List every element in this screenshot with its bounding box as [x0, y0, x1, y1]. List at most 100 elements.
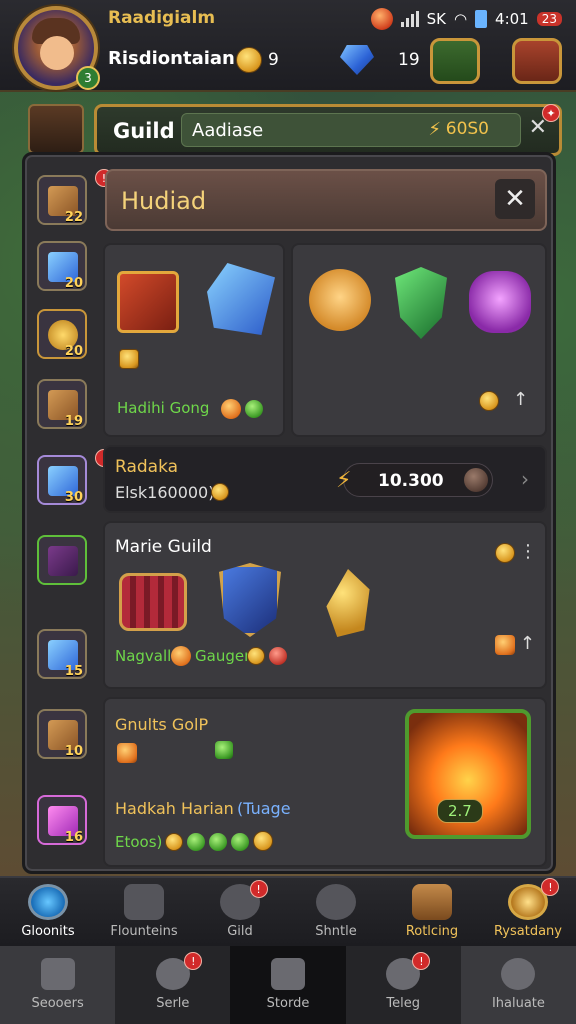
- more-icon[interactable]: ⋮: [519, 541, 537, 562]
- chest-icon: [412, 884, 452, 920]
- star-icon: [28, 884, 68, 920]
- purple-monster-icon: [469, 271, 531, 333]
- inventory-slot[interactable]: 15: [37, 629, 87, 679]
- gold-coin-icon: [479, 391, 499, 411]
- secondary-nav: Seooers ! Serle Storde ! Teleg Ihaluate: [0, 946, 576, 1024]
- gold-coin-icon: [211, 483, 229, 501]
- rank-card[interactable]: Radaka Elsk160000) ⚡ 10.300 ›: [103, 445, 547, 513]
- inventory-slot[interactable]: 16: [37, 795, 87, 845]
- orange-leaf-icon: [495, 635, 515, 655]
- rank-progress-value: 10.300: [378, 471, 444, 491]
- bottom-card-title: Gnults GolP: [115, 715, 209, 734]
- up-arrow-icon[interactable]: ↑: [513, 389, 528, 410]
- inventory-slot[interactable]: 10: [37, 709, 87, 759]
- battery-icon: [475, 10, 488, 28]
- nav-label: Rysatdany: [493, 924, 562, 939]
- inventory-slot[interactable]: 20: [37, 241, 87, 291]
- slot-count: 30: [64, 490, 83, 505]
- nav-tab-teleg[interactable]: ! Teleg: [346, 946, 461, 1024]
- gold-coin-icon: [165, 833, 183, 851]
- nav-tab-gild[interactable]: ! Gild: [192, 878, 288, 946]
- nav-tab-shntle[interactable]: Shntle: [288, 878, 384, 946]
- nav-tab-ihaluate[interactable]: Ihaluate: [460, 946, 576, 1024]
- bottom-card-line2-b: (Tuage: [237, 799, 291, 818]
- red-chest-icon: [117, 271, 179, 333]
- player-avatar[interactable]: 3: [14, 6, 100, 90]
- reward-card[interactable]: ↑: [291, 243, 547, 437]
- guild-panel: 22 20 20 19 30 15 10 16 ! ! Hudiad ✕ Had…: [22, 152, 556, 874]
- panel-header: Hudiad ✕: [105, 169, 547, 231]
- up-arrow-icon[interactable]: ↑: [520, 633, 535, 654]
- nav-label: Serle: [156, 996, 190, 1011]
- panel-close-button[interactable]: ✕: [495, 179, 535, 219]
- shop-button[interactable]: [430, 38, 480, 84]
- inventory-slot[interactable]: 20: [37, 309, 87, 359]
- striped-chest-icon: [119, 573, 187, 631]
- nav-notification-badge: !: [412, 952, 431, 970]
- blue-crystal-icon: [207, 263, 275, 335]
- guild-label: Guild: [113, 119, 175, 143]
- gem-resource[interactable]: 19: [340, 44, 420, 76]
- item-card[interactable]: Hadihi Gong: [103, 243, 285, 437]
- slot-count: 15: [64, 664, 83, 679]
- marie-caption-b: Gaugen: [195, 647, 254, 665]
- player-level-badge: 3: [76, 66, 100, 90]
- nav-label: Teleg: [386, 996, 420, 1011]
- bottom-card-line2-a: Hadkah Harian: [115, 799, 234, 818]
- nav-notification-badge: !: [541, 878, 560, 896]
- chevron-right-icon[interactable]: ›: [521, 467, 529, 491]
- rank-subtitle: Elsk160000): [115, 483, 215, 502]
- nav-tab-rysatdany[interactable]: ! Rysatdany: [480, 878, 576, 946]
- nav-tab-flounteins[interactable]: Flounteins: [96, 878, 192, 946]
- notification-orb-icon: [370, 8, 393, 30]
- nav-tab-serle[interactable]: ! Serle: [115, 946, 230, 1024]
- nav-label: Flounteins: [110, 924, 178, 939]
- gold-leaf-icon: [326, 569, 370, 637]
- nav-tab-gloonits[interactable]: Gloonits: [0, 878, 96, 946]
- rank-title: Radaka: [115, 457, 179, 477]
- orange-leaf-icon: [117, 743, 137, 763]
- slot-count: 10: [64, 744, 83, 759]
- green-leaf-icon: [215, 741, 233, 759]
- clock: 4:01: [495, 10, 529, 28]
- avatar-face: [40, 36, 74, 70]
- nav-tab-storde[interactable]: Storde: [230, 946, 346, 1024]
- add-currency-button[interactable]: [512, 38, 562, 84]
- nav-label: Gloonits: [21, 924, 75, 939]
- orange-orb-icon: [171, 646, 191, 666]
- gem-count: 19: [398, 50, 420, 70]
- fire-pot-card[interactable]: 2.7: [405, 709, 531, 839]
- inventory-slot[interactable]: 22: [37, 175, 87, 225]
- building-icon: [124, 884, 164, 920]
- slot-count: 16: [64, 830, 83, 845]
- guild-emblem-icon[interactable]: [28, 104, 84, 154]
- gold-coin-icon: [253, 831, 273, 851]
- inventory-slot[interactable]: [37, 535, 87, 585]
- nav-label: Seooers: [31, 996, 84, 1011]
- marie-guild-card[interactable]: Marie Guild Nagvall Gaugen ⋮ ↑: [103, 521, 547, 689]
- player-name: Risdiontaian: [108, 48, 235, 69]
- target-icon: [316, 884, 356, 920]
- blue-gem-icon: [340, 45, 374, 75]
- nav-notification-badge: !: [249, 880, 268, 898]
- green-orb-icon: [231, 833, 249, 851]
- bottom-card[interactable]: Gnults GolP Hadkah Harian (Tuage Etoos) …: [103, 697, 547, 867]
- nav-tab-rotlcing[interactable]: Rotlcing: [384, 878, 480, 946]
- progress-knob-icon: [464, 468, 488, 492]
- slot-count: 20: [64, 344, 83, 359]
- primary-nav: Gloonits Flounteins ! Gild Shntle Rotlci…: [0, 876, 576, 946]
- inventory-slot[interactable]: 19: [37, 379, 87, 429]
- green-orb-icon: [187, 833, 205, 851]
- home-icon: [40, 958, 75, 990]
- nav-label: Shntle: [315, 924, 357, 939]
- player-title: Raadigialm: [108, 8, 216, 28]
- network-label: SK: [426, 10, 446, 28]
- gold-count: 9: [268, 50, 279, 70]
- orange-orb-icon: [221, 399, 241, 419]
- inventory-slot[interactable]: 30: [37, 455, 87, 505]
- gold-resource[interactable]: 9: [236, 44, 279, 76]
- bear-trophy-icon: [309, 269, 371, 331]
- inventory-column: 22 20 20 19 30 15 10 16: [33, 167, 95, 867]
- nav-tab-seooers[interactable]: Seooers: [0, 946, 116, 1024]
- nav-label: Gild: [227, 924, 253, 939]
